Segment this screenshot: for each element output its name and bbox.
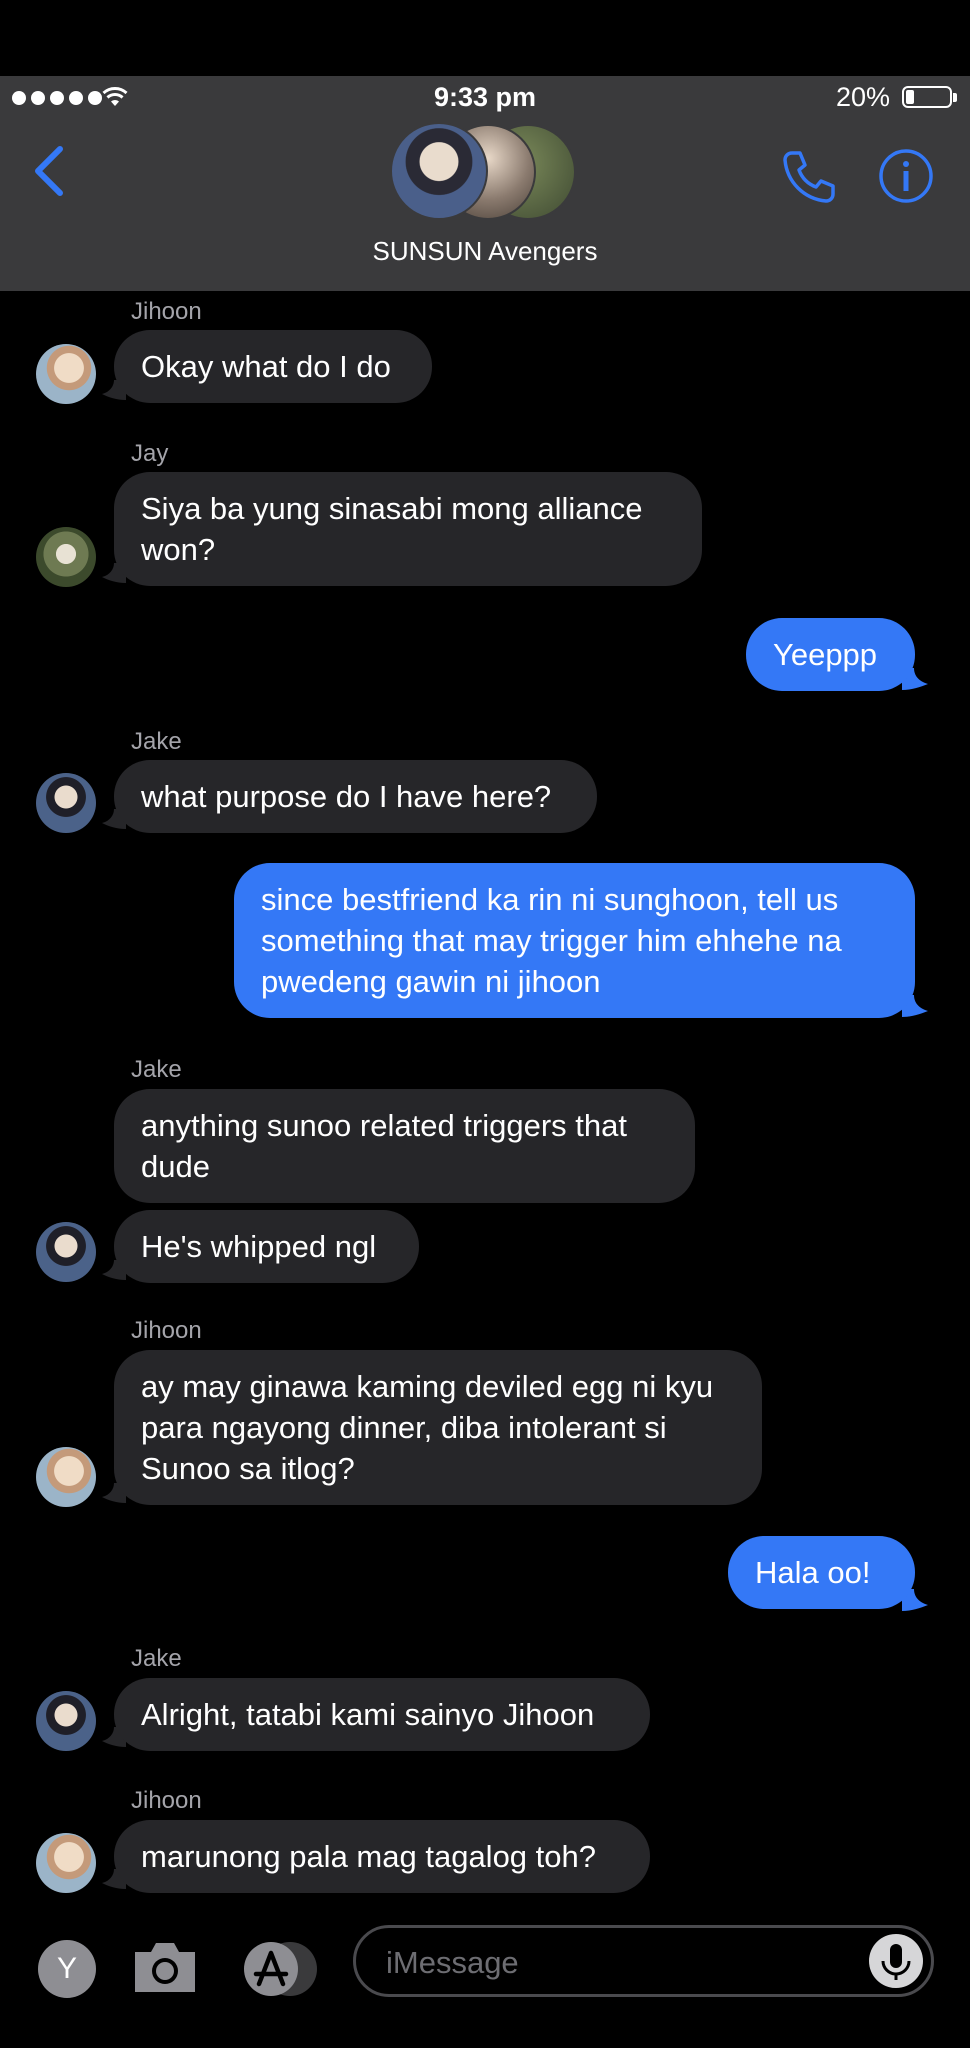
app-store-icon[interactable] xyxy=(242,1940,320,1998)
avatar[interactable] xyxy=(36,1222,96,1282)
message-bubble[interactable]: Alright, tatabi kami sainyo Jihoon xyxy=(114,1678,650,1751)
message-bubble[interactable]: since bestfriend ka rin ni sunghoon, tel… xyxy=(234,863,915,1018)
avatar[interactable] xyxy=(36,527,96,587)
message-bubble[interactable]: Okay what do I do xyxy=(114,330,432,403)
compose-bar: Y iMessage xyxy=(0,1910,970,2020)
message-bubble[interactable]: He's whipped ngl xyxy=(114,1210,419,1283)
status-time: 9:33 pm xyxy=(433,82,537,112)
avatar[interactable] xyxy=(36,1833,96,1893)
message-input-placeholder: iMessage xyxy=(386,1945,519,1980)
sender-name: Jake xyxy=(131,1645,182,1672)
group-name[interactable]: SUNSUN Avengers xyxy=(0,236,970,267)
avatar[interactable] xyxy=(36,1691,96,1751)
sender-name: Jihoon xyxy=(131,1317,202,1344)
user-avatar-button[interactable]: Y xyxy=(38,1940,96,1998)
message-input[interactable]: iMessage xyxy=(353,1925,934,1997)
message-bubble[interactable]: Siya ba yung sinasabi mong alliance won? xyxy=(114,472,702,586)
sender-name: Jihoon xyxy=(131,298,202,325)
battery-icon xyxy=(902,86,957,108)
message-bubble[interactable]: marunong pala mag tagalog toh? xyxy=(114,1820,650,1893)
phone-icon[interactable] xyxy=(780,148,838,206)
sender-name: Jihoon xyxy=(131,1787,202,1814)
camera-icon[interactable] xyxy=(131,1938,199,1996)
message-bubble[interactable]: what purpose do I have here? xyxy=(114,760,597,833)
microphone-icon[interactable] xyxy=(869,1934,923,1988)
group-avatar-stack[interactable] xyxy=(390,122,580,220)
avatar[interactable] xyxy=(36,344,96,404)
sender-name: Jake xyxy=(131,1056,182,1083)
message-bubble[interactable]: anything sunoo related triggers that dud… xyxy=(114,1089,695,1203)
message-bubble[interactable]: Yeeppp xyxy=(746,618,915,691)
sender-name: Jay xyxy=(131,440,169,467)
sender-name: Jake xyxy=(131,728,182,755)
info-icon[interactable] xyxy=(878,148,934,204)
message-bubble[interactable]: Hala oo! xyxy=(728,1536,915,1609)
avatar[interactable] xyxy=(36,1447,96,1507)
message-bubble[interactable]: ay may ginawa kaming deviled egg ni kyu … xyxy=(114,1350,762,1505)
top-black-band xyxy=(0,0,970,76)
member-avatar xyxy=(390,122,488,220)
back-chevron-icon[interactable] xyxy=(30,145,66,197)
status-bar: 9:33 pm 20% xyxy=(0,80,970,116)
avatar[interactable] xyxy=(36,773,96,833)
battery-percent: 20% xyxy=(835,82,890,112)
